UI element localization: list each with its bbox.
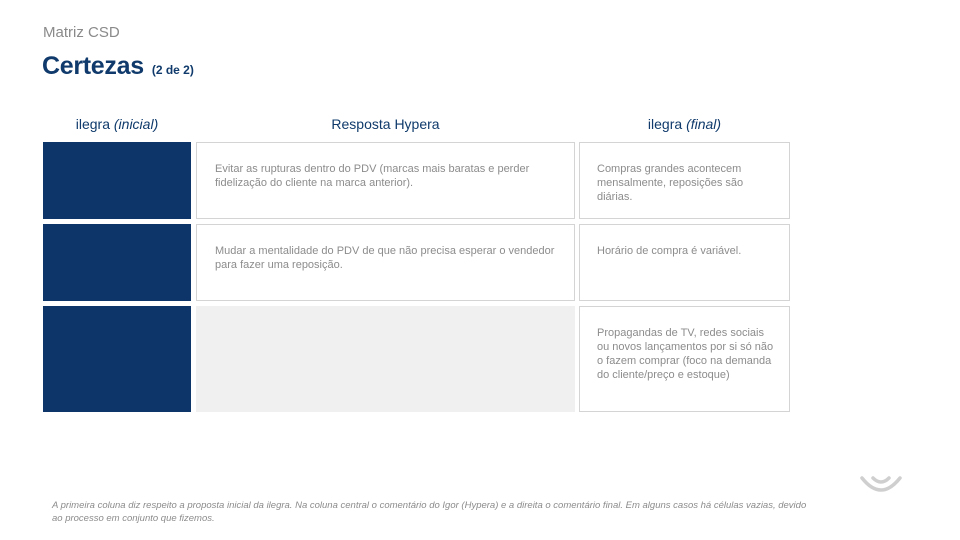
column-header-final: ilegra (final) [647,116,722,132]
page-title: Certezas (2 de 2) [42,52,194,81]
page-title-sub: (2 de 2) [151,63,194,77]
response-text: Evitar as rupturas dentro do PDV (marcas… [215,163,530,189]
initial-cell [43,142,191,219]
column-header-initial: ilegra (inicial) [75,116,159,132]
response-cell: Mudar a mentalidade do PDV de que não pr… [196,224,575,301]
section-kicker: Matriz CSD [43,24,120,41]
page-title-main: Certezas [42,52,144,80]
response-cell: Evitar as rupturas dentro do PDV (marcas… [196,142,575,219]
response-cell-empty [196,306,575,412]
final-text: Propagandas de TV, redes sociais ou novo… [597,327,774,381]
initial-cell [43,306,191,412]
final-text: Compras grandes acontecem mensalmente, r… [597,163,744,203]
final-cell: Propagandas de TV, redes sociais ou novo… [579,306,790,412]
response-text: Mudar a mentalidade do PDV de que não pr… [215,245,555,271]
final-text: Horário de compra é variável. [597,245,742,257]
final-cell: Horário de compra é variável. [579,224,790,301]
smile-logo-icon [860,476,902,492]
column-header-response: Resposta Hypera [331,116,440,132]
initial-cell [43,224,191,301]
footnote: A primeira coluna diz respeito a propost… [52,500,807,524]
final-cell: Compras grandes acontecem mensalmente, r… [579,142,790,219]
